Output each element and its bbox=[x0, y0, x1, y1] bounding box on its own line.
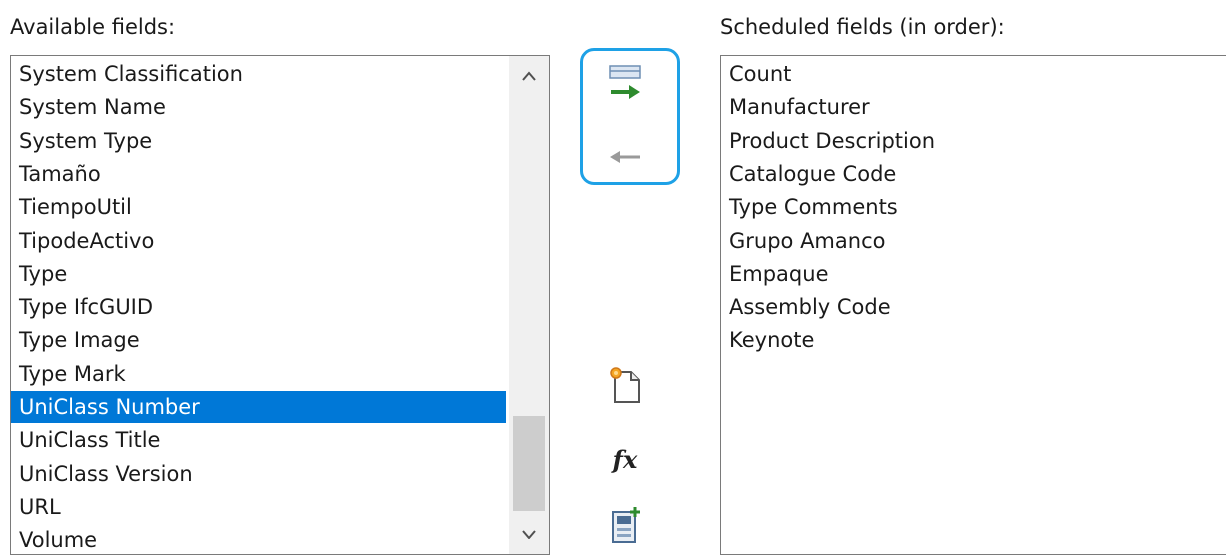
list-item[interactable]: System Name bbox=[11, 91, 506, 123]
list-item[interactable]: Manufacturer bbox=[721, 91, 1226, 123]
formula-button[interactable]: fx bbox=[600, 434, 650, 484]
list-item[interactable]: Assembly Code bbox=[721, 291, 1226, 323]
list-item[interactable]: TiempoUtil bbox=[11, 191, 506, 223]
available-fields-label: Available fields: bbox=[10, 15, 176, 39]
list-item[interactable]: Count bbox=[721, 58, 1226, 90]
list-item[interactable]: Empaque bbox=[721, 258, 1226, 290]
list-item[interactable]: UniClass Number bbox=[11, 391, 506, 423]
list-item[interactable]: UniClass Version bbox=[11, 458, 506, 490]
list-item[interactable]: Product Description bbox=[721, 125, 1226, 157]
list-item[interactable]: Grupo Amanco bbox=[721, 225, 1226, 257]
new-parameter-icon bbox=[610, 367, 640, 403]
combine-parameters-button[interactable] bbox=[600, 500, 650, 550]
list-item[interactable]: System Type bbox=[11, 125, 506, 157]
remove-parameter-button[interactable] bbox=[600, 134, 650, 180]
list-item[interactable]: URL bbox=[11, 491, 506, 523]
scheduled-fields-label: Scheduled fields (in order): bbox=[720, 15, 1005, 39]
list-item[interactable]: TipodeActivo bbox=[11, 225, 506, 257]
available-fields-scrollbar[interactable] bbox=[509, 56, 549, 554]
list-item[interactable]: Tamaño bbox=[11, 158, 506, 190]
list-item[interactable]: Type Mark bbox=[11, 358, 506, 390]
list-item[interactable]: Volume bbox=[11, 524, 506, 554]
scheduled-fields-list[interactable]: Count Manufacturer Product Description Cata… bbox=[720, 55, 1226, 555]
formula-icon: fx bbox=[612, 444, 638, 474]
combine-parameters-icon bbox=[612, 507, 640, 543]
remove-parameter-icon bbox=[610, 151, 640, 163]
list-item[interactable]: Catalogue Code bbox=[721, 158, 1226, 190]
scrollbar-thumb[interactable] bbox=[513, 416, 545, 511]
list-item[interactable]: Type Image bbox=[11, 324, 506, 356]
list-item[interactable]: Keynote bbox=[721, 324, 1226, 356]
list-item[interactable]: System Classification bbox=[11, 58, 506, 90]
scroll-up-arrow-icon[interactable] bbox=[509, 60, 549, 92]
scroll-down-arrow-icon[interactable] bbox=[509, 518, 549, 550]
available-fields-list[interactable]: System Classification System Name System T… bbox=[10, 55, 550, 555]
list-item[interactable]: Type bbox=[11, 258, 506, 290]
list-item[interactable]: UniClass Title bbox=[11, 424, 506, 456]
new-parameter-button[interactable] bbox=[600, 360, 650, 410]
list-item[interactable]: Type Comments bbox=[721, 191, 1226, 223]
list-item[interactable]: Type IfcGUID bbox=[11, 291, 506, 323]
add-parameter-button[interactable] bbox=[600, 58, 650, 108]
add-parameter-icon bbox=[609, 65, 641, 99]
